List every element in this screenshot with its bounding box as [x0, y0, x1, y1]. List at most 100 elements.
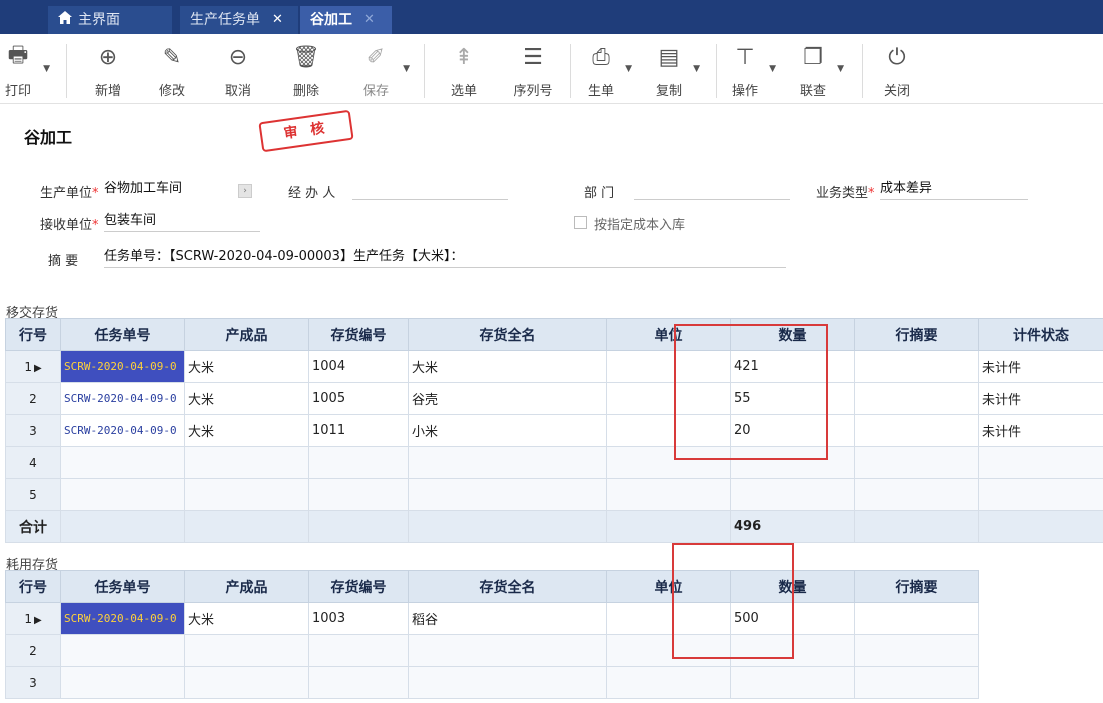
empty-cell[interactable]: [60, 446, 185, 479]
table-row[interactable]: 1 ▶ SCRW-2020-04-09-0 大米 1003 稻谷 500: [5, 602, 979, 635]
col-header[interactable]: 任务单号: [60, 318, 185, 351]
task-no-cell[interactable]: SCRW-2020-04-09-0: [60, 382, 185, 415]
empty-cell[interactable]: [184, 446, 309, 479]
empty-cell[interactable]: [730, 666, 855, 699]
tab-production-task[interactable]: 生产任务单 ✕: [180, 6, 298, 34]
chevron-down-icon[interactable]: ▼: [837, 64, 844, 74]
status-cell[interactable]: 未计件: [978, 350, 1103, 383]
recv-unit-field[interactable]: 包装车间: [104, 212, 260, 232]
name-cell[interactable]: 大米: [408, 350, 607, 383]
table-row[interactable]: 4: [5, 446, 1103, 479]
name-cell[interactable]: 小米: [408, 414, 607, 447]
col-header[interactable]: 任务单号: [60, 570, 185, 603]
name-cell[interactable]: 谷壳: [408, 382, 607, 415]
product-cell[interactable]: 大米: [184, 414, 309, 447]
code-cell[interactable]: 1005: [308, 382, 409, 415]
handler-field[interactable]: [352, 180, 508, 200]
empty-cell[interactable]: [184, 666, 309, 699]
col-header[interactable]: 行号: [5, 570, 61, 603]
add-button[interactable]: ⊕ 新增: [88, 40, 128, 100]
delete-button[interactable]: 🗑 删除: [286, 40, 326, 100]
product-cell[interactable]: 大米: [184, 350, 309, 383]
empty-cell[interactable]: [308, 634, 409, 667]
product-cell[interactable]: 大米: [184, 382, 309, 415]
empty-cell[interactable]: [184, 634, 309, 667]
edit-button[interactable]: ✎ 修改: [152, 40, 192, 100]
select-order-button[interactable]: ⇞ 选单: [444, 40, 484, 100]
col-header[interactable]: 存货全名: [408, 318, 607, 351]
status-cell[interactable]: 未计件: [978, 382, 1103, 415]
name-cell[interactable]: 稻谷: [408, 602, 607, 635]
empty-cell[interactable]: [408, 666, 607, 699]
empty-cell[interactable]: [60, 478, 185, 511]
close-button[interactable]: ⏻ 关闭: [880, 40, 914, 100]
chevron-down-icon[interactable]: ▼: [403, 64, 410, 74]
empty-cell[interactable]: [854, 634, 979, 667]
cost-checkbox[interactable]: [574, 216, 587, 229]
empty-cell[interactable]: [408, 446, 607, 479]
cancel-button[interactable]: ⊖ 取消: [218, 40, 258, 100]
save-button[interactable]: ✐ 保存 ▼: [356, 40, 410, 100]
product-cell[interactable]: 大米: [184, 602, 309, 635]
empty-cell[interactable]: [854, 478, 979, 511]
biz-type-field[interactable]: 成本差异: [880, 180, 1028, 200]
col-header[interactable]: 产成品: [184, 318, 309, 351]
dept-field[interactable]: [634, 180, 790, 200]
col-header[interactable]: 存货编号: [308, 570, 409, 603]
empty-cell[interactable]: [854, 666, 979, 699]
col-header[interactable]: 行摘要: [854, 318, 979, 351]
col-header[interactable]: 行摘要: [854, 570, 979, 603]
col-header[interactable]: 行号: [5, 318, 61, 351]
col-header[interactable]: 存货编号: [308, 318, 409, 351]
chevron-down-icon[interactable]: ▼: [769, 64, 776, 74]
empty-cell[interactable]: [854, 446, 979, 479]
empty-cell[interactable]: [184, 478, 309, 511]
close-icon[interactable]: ✕: [272, 6, 283, 34]
empty-cell[interactable]: [606, 666, 731, 699]
copy-button[interactable]: ▤ 复制 ▼: [652, 40, 700, 100]
code-cell[interactable]: 1004: [308, 350, 409, 383]
table-row[interactable]: 5: [5, 478, 1103, 511]
table-row[interactable]: 2: [5, 634, 979, 667]
task-no-cell[interactable]: SCRW-2020-04-09-0: [60, 350, 185, 383]
col-header[interactable]: 计件状态: [978, 318, 1103, 351]
operate-button[interactable]: ⊤ 操作 ▼: [728, 40, 776, 100]
empty-cell[interactable]: [308, 478, 409, 511]
col-header[interactable]: 存货全名: [408, 570, 607, 603]
empty-cell[interactable]: [308, 446, 409, 479]
tab-home[interactable]: 主界面: [48, 6, 172, 34]
empty-cell[interactable]: [606, 478, 731, 511]
empty-cell[interactable]: [978, 446, 1103, 479]
serial-number-button[interactable]: ☰ 序列号: [508, 40, 558, 100]
table-row[interactable]: 3: [5, 666, 979, 699]
empty-cell[interactable]: [60, 634, 185, 667]
memo-cell[interactable]: [854, 350, 979, 383]
chevron-down-icon[interactable]: ▼: [625, 64, 632, 74]
task-no-cell[interactable]: SCRW-2020-04-09-0: [60, 602, 185, 635]
memo-cell[interactable]: [854, 414, 979, 447]
empty-cell[interactable]: [408, 478, 607, 511]
task-no-cell[interactable]: SCRW-2020-04-09-0: [60, 414, 185, 447]
table-row[interactable]: 2 SCRW-2020-04-09-0 大米 1005 谷壳 55 未计件: [5, 382, 1103, 415]
generate-order-button[interactable]: ⎙ 生单 ▼: [584, 40, 632, 100]
chevron-down-icon[interactable]: ▼: [693, 64, 700, 74]
empty-cell[interactable]: [730, 478, 855, 511]
empty-cell[interactable]: [408, 634, 607, 667]
tab-grain-processing[interactable]: 谷加工 ✕: [300, 6, 392, 34]
table-row[interactable]: 1 ▶ SCRW-2020-04-09-0 大米 1004 大米 421 未计件: [5, 350, 1103, 383]
summary-field[interactable]: 任务单号：【SCRW-2020-04-09-00003】生产任务【大米】：: [104, 248, 786, 268]
status-cell[interactable]: 未计件: [978, 414, 1103, 447]
col-header[interactable]: 产成品: [184, 570, 309, 603]
memo-cell[interactable]: [854, 382, 979, 415]
table-row[interactable]: 3 SCRW-2020-04-09-0 大米 1011 小米 20 未计件: [5, 414, 1103, 447]
empty-cell[interactable]: [308, 666, 409, 699]
prod-unit-field[interactable]: 谷物加工车间: [104, 180, 232, 200]
memo-cell[interactable]: [854, 602, 979, 635]
print-button[interactable]: 🖶 打印 ▼: [0, 40, 50, 99]
empty-cell[interactable]: [978, 478, 1103, 511]
chevron-down-icon[interactable]: ▼: [43, 64, 50, 74]
code-cell[interactable]: 1011: [308, 414, 409, 447]
close-icon[interactable]: ✕: [364, 6, 375, 34]
code-cell[interactable]: 1003: [308, 602, 409, 635]
empty-cell[interactable]: [60, 666, 185, 699]
